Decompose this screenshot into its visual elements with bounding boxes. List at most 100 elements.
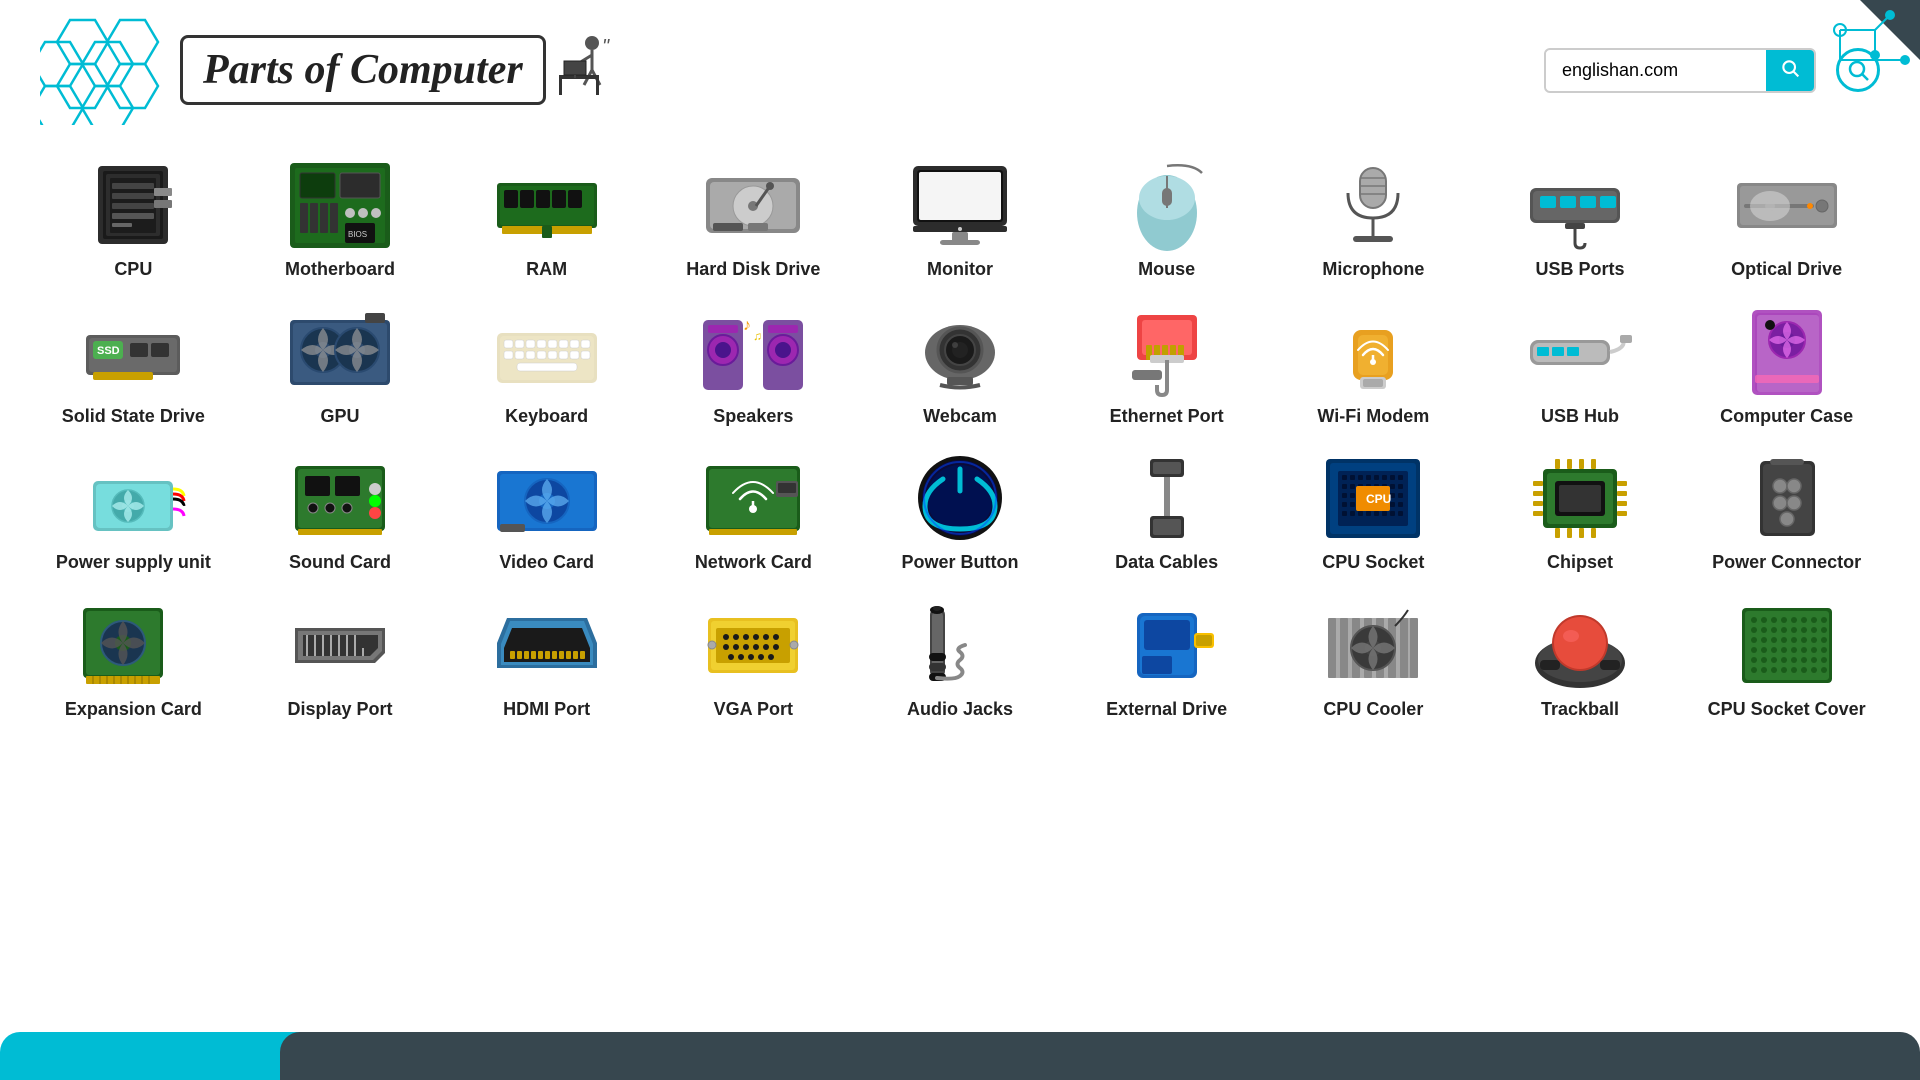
data-cables-label: Data Cables [1115,552,1218,574]
power-button-label: Power Button [901,552,1018,574]
item-external-drive: External Drive [1063,590,1270,729]
vga-icon [698,598,808,693]
bottom-bar-cyan [0,1032,320,1080]
psu-label: Power supply unit [56,552,211,574]
item-expansion-card: Expansion Card [30,590,237,729]
hdd-icon [698,158,808,253]
ram-label: RAM [526,259,567,281]
hdd-label: Hard Disk Drive [686,259,820,281]
monitor-icon [905,158,1015,253]
power-connector-label: Power Connector [1712,552,1861,574]
motherboard-label: Motherboard [285,259,395,281]
mouse-label: Mouse [1138,259,1195,281]
item-video-card: Video Card [443,443,650,582]
item-computer-case: Computer Case [1683,297,1890,436]
mouse-icon [1112,158,1222,253]
external-drive-icon [1112,598,1222,693]
item-gpu: GPU [237,297,444,436]
webcam-icon [905,305,1015,400]
item-webcam: Webcam [857,297,1064,436]
item-cpu: CPU [30,150,237,289]
items-grid: CPU BIOS Motherboard [0,140,1920,738]
bottom-bar-dark [280,1032,1920,1080]
header-left: Parts of Computer " [40,15,614,125]
svg-text:BIOS: BIOS [348,230,367,239]
hex-decoration [40,15,170,125]
item-optical-drive: Optical Drive [1683,150,1890,289]
item-keyboard: Keyboard [443,297,650,436]
ram-icon [492,158,602,253]
usb-ports-icon [1525,158,1635,253]
item-ram: RAM [443,150,650,289]
svg-text:♪: ♪ [743,317,751,334]
video-card-icon [492,451,602,546]
sound-card-icon [285,451,395,546]
ssd-label: Solid State Drive [62,406,205,428]
hdmi-icon [492,598,602,693]
svg-text:♫: ♫ [753,329,762,343]
psu-icon [78,451,188,546]
chipset-icon [1525,451,1635,546]
bottom-bar [0,1032,1920,1080]
item-hdmi: HDMI Port [443,590,650,729]
item-ethernet: Ethernet Port [1063,297,1270,436]
item-trackball: Trackball [1477,590,1684,729]
expansion-card-label: Expansion Card [65,699,202,721]
display-port-label: Display Port [287,699,392,721]
cpu-label: CPU [114,259,152,281]
hdmi-label: HDMI Port [503,699,590,721]
network-card-icon [698,451,808,546]
cpu-icon [78,158,188,253]
item-hdd: Hard Disk Drive [650,150,857,289]
item-microphone: Microphone [1270,150,1477,289]
optical-drive-icon [1732,158,1842,253]
monitor-label: Monitor [927,259,993,281]
usb-hub-label: USB Hub [1541,406,1619,428]
webcam-label: Webcam [923,406,997,428]
external-drive-label: External Drive [1106,699,1227,721]
microphone-icon [1318,158,1428,253]
sound-card-label: Sound Card [289,552,391,574]
computer-case-icon [1732,305,1842,400]
cpu-socket-icon: CPU [1318,451,1428,546]
item-display-port: Display Port [237,590,444,729]
optical-drive-label: Optical Drive [1731,259,1842,281]
item-usb-hub: USB Hub [1477,297,1684,436]
speakers-label: Speakers [713,406,793,428]
vga-label: VGA Port [714,699,793,721]
cpu-socket-label: CPU Socket [1322,552,1424,574]
wifi-label: Wi-Fi Modem [1317,406,1429,428]
audio-jacks-icon [905,598,1015,693]
usb-hub-icon [1525,305,1635,400]
chipset-label: Chipset [1547,552,1613,574]
circuit-decoration [1720,0,1920,140]
cpu-cooler-label: CPU Cooler [1323,699,1423,721]
computer-case-label: Computer Case [1720,406,1853,428]
network-card-label: Network Card [695,552,812,574]
item-vga: VGA Port [650,590,857,729]
header: Parts of Computer " [0,0,1920,140]
ethernet-label: Ethernet Port [1110,406,1224,428]
trackball-icon [1525,598,1635,693]
page-title: Parts of Computer [180,35,546,105]
item-power-button: Power Button [857,443,1064,582]
ethernet-icon [1112,305,1222,400]
keyboard-icon [492,305,602,400]
wifi-icon [1318,305,1428,400]
cpu-socket-cover-icon [1732,598,1842,693]
svg-text:CPU: CPU [1366,492,1391,506]
item-audio-jacks: Audio Jacks [857,590,1064,729]
item-mouse: Mouse [1063,150,1270,289]
cpu-cooler-icon [1318,598,1428,693]
svg-text:SSD: SSD [97,345,120,357]
speakers-icon: ♪ ♫ [698,305,808,400]
person-icon: " [554,35,614,105]
microphone-label: Microphone [1322,259,1424,281]
power-button-icon [905,451,1015,546]
item-sound-card: Sound Card [237,443,444,582]
item-wifi: Wi-Fi Modem [1270,297,1477,436]
item-psu: Power supply unit [30,443,237,582]
item-cpu-socket-cover: CPU Socket Cover [1683,590,1890,729]
expansion-card-icon [78,598,188,693]
svg-text:": " [602,36,610,58]
